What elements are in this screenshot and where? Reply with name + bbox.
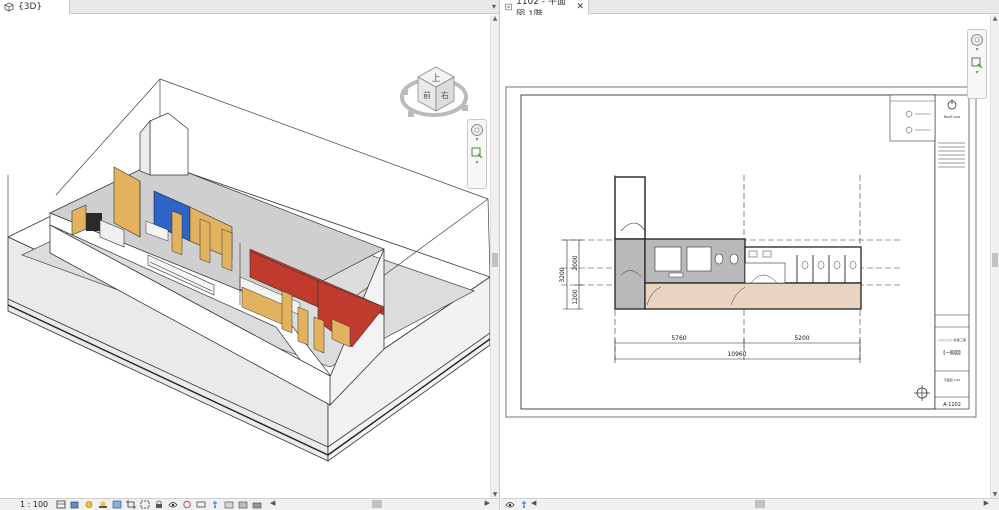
3d-viewport[interactable]: 上 前 右 ▾ ▾ (0, 15, 490, 498)
worksharing-icon[interactable] (252, 500, 262, 509)
analytical-model-icon[interactable] (210, 500, 220, 509)
render-icon[interactable] (112, 500, 122, 509)
dim-left-text: 5760 (671, 335, 686, 342)
tab-3d-view[interactable]: {3D} (0, 0, 70, 14)
view-control-bar-right: ◀ ▶ (501, 498, 999, 510)
reveal-constraints-icon[interactable] (238, 500, 248, 509)
scroll-right-icon[interactable]: ▶ (485, 499, 490, 507)
dim-vert-1-text: 3200 (559, 267, 566, 282)
tab-plan-view[interactable]: 1102 - 平面図 1階 ✕ (501, 0, 589, 20)
visual-style-icon[interactable] (70, 500, 80, 509)
nav-plan-dropdown-icon[interactable]: ▾ (968, 47, 986, 53)
zoom-region-icon[interactable] (468, 146, 486, 160)
analytical-right-icon[interactable] (519, 500, 529, 509)
plan-tab-bar: 1102 - 平面図 1階 ✕ (501, 0, 999, 20)
view-control-icons (56, 500, 262, 509)
steering-wheel-plan-icon[interactable] (968, 33, 986, 47)
crop-view-icon[interactable] (126, 500, 137, 509)
viewcube-front-label: 前 (423, 90, 431, 100)
project-label: ○○○○○○新築工事 (938, 337, 966, 342)
viewcube-right-label: 右 (441, 90, 449, 100)
view-scale[interactable]: 1 : 100 (0, 500, 56, 509)
scrollbar-thumb[interactable] (492, 253, 498, 267)
sheet-canvas[interactable]: BooT.one ○○○○○○新築工事 【一般図】 平面図 1/40 A-110… (501, 15, 990, 498)
view-cube[interactable]: 上 前 右 (398, 51, 476, 129)
scrollbar-thumb-right[interactable] (992, 253, 998, 267)
scroll-right-right-icon[interactable]: ▶ (984, 499, 989, 507)
navigation-bar: ▾ ▾ (467, 119, 487, 189)
view-3d-pane: {3D} ▾ 上 前 右 ▾ ▾ ▲ ▼ 1: 100 ◀ ▶ (0, 0, 500, 510)
3d-view-icon (4, 2, 14, 12)
sheet-number: A-1102 (943, 402, 961, 408)
revit-window: {3D} ▾ 上 前 右 ▾ ▾ ▲ ▼ 1: 100 ◀ ▶ 1102 - … (0, 0, 999, 510)
scroll-down-icon[interactable]: ▼ (491, 491, 499, 498)
nav-dropdown-icon[interactable]: ▾ (468, 137, 486, 143)
zoom-plan-dropdown-icon[interactable]: ▾ (968, 70, 986, 76)
sheet-icon (505, 3, 512, 11)
scroll-left-right-icon[interactable]: ◀ (531, 499, 536, 507)
crop-region-icon[interactable] (140, 500, 150, 509)
viewcube-top-label: 上 (431, 73, 440, 84)
viewcube-compass-south[interactable] (408, 111, 414, 117)
scroll-down-right-icon[interactable]: ▼ (991, 491, 999, 498)
horizontal-scrollbar-right[interactable]: ◀ ▶ (529, 499, 991, 509)
vertical-scrollbar-left[interactable]: ▲ ▼ (490, 15, 499, 498)
scroll-left-icon[interactable]: ◀ (270, 499, 275, 507)
tab-3d-label: {3D} (18, 2, 43, 12)
temporary-hide-icon[interactable] (168, 500, 178, 509)
tab-dropdown-icon[interactable]: ▾ (492, 2, 496, 11)
viewcube-compass-west[interactable] (402, 89, 408, 95)
lock-view-icon[interactable] (154, 500, 164, 509)
dim-vert-2-text: 2000 (572, 255, 579, 270)
plan-view-pane: 1102 - 平面図 1階 ✕ BooT.one (501, 0, 999, 510)
sun-path-icon[interactable] (84, 500, 94, 509)
view-control-bar-left: 1 : 100 ◀ ▶ (0, 498, 499, 510)
dim-vert-3-text: 1200 (572, 289, 579, 304)
shadows-icon[interactable] (98, 500, 108, 509)
steering-wheel-icon[interactable] (468, 123, 486, 137)
hscroll-thumb[interactable] (372, 500, 382, 508)
view-tab-bar: {3D} ▾ (0, 0, 499, 14)
hscroll-thumb-right[interactable] (755, 500, 765, 508)
temporary-view-properties-icon[interactable] (196, 500, 206, 509)
scroll-up-icon[interactable]: ▲ (491, 15, 499, 22)
view-control-icons-right (501, 500, 529, 509)
zoom-dropdown-icon[interactable]: ▾ (468, 160, 486, 166)
detail-level-icon[interactable] (56, 500, 66, 509)
sheet-title-label: 【一般図】 (941, 349, 964, 356)
viewcube-compass-east[interactable] (462, 105, 468, 111)
close-icon[interactable]: ✕ (576, 2, 584, 12)
sheet-viewport[interactable]: BooT.one ○○○○○○新築工事 【一般図】 平面図 1/40 A-110… (501, 15, 990, 498)
zoom-plan-icon[interactable] (968, 56, 986, 70)
vertical-scrollbar-right[interactable]: ▲ ▼ (990, 15, 999, 498)
highlight-displacement-icon[interactable] (224, 500, 234, 509)
navigation-bar-plan: ▾ ▾ (967, 29, 987, 99)
dim-right-text: 5200 (794, 335, 809, 342)
horizontal-scrollbar-left[interactable]: ◀ ▶ (268, 499, 492, 509)
temporary-hide-right-icon[interactable] (505, 500, 515, 509)
legend-box (889, 94, 936, 142)
scale-note: 平面図 1/40 (944, 378, 961, 382)
reveal-hidden-icon[interactable] (182, 500, 192, 509)
scroll-up-right-icon[interactable]: ▲ (991, 15, 999, 22)
company-label: BooT.one (944, 115, 960, 119)
dim-total-text: 10960 (727, 351, 746, 358)
